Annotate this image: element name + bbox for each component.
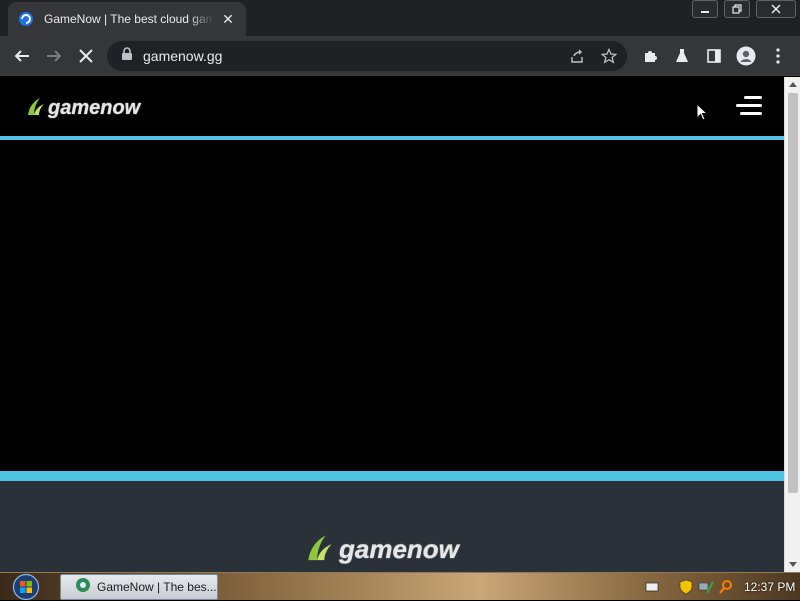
browser-titlebar: GameNow | The best cloud gaming ✕ <box>0 0 800 36</box>
gamenow-favicon-icon <box>18 11 34 27</box>
gamenow-leaf-icon <box>26 95 46 122</box>
site-footer: gamenow <box>0 481 784 572</box>
stop-loading-icon[interactable] <box>74 44 98 68</box>
window-controls <box>686 0 796 18</box>
address-bar[interactable]: gamenow.gg <box>107 41 627 71</box>
start-button[interactable] <box>6 573 46 601</box>
side-panel-icon[interactable] <box>702 44 726 68</box>
minimize-icon[interactable] <box>692 0 718 18</box>
page-scrollbar[interactable] <box>784 77 800 572</box>
site-logo[interactable]: gamenow <box>26 95 140 122</box>
extensions-icon[interactable] <box>638 44 662 68</box>
labs-flask-icon[interactable] <box>670 44 694 68</box>
web-page: gamenow gamenow <box>0 77 784 572</box>
browser-toolbar: gamenow.gg <box>0 36 800 76</box>
taskbar-item-gamenow[interactable]: GameNow | The bes... <box>60 574 218 600</box>
browser-tab[interactable]: GameNow | The best cloud gaming ✕ <box>8 2 246 36</box>
taskbar-item-label: GameNow | The bes... <box>97 580 217 594</box>
system-tray: 12:37 PM <box>640 573 800 601</box>
taskbar-clock[interactable]: 12:37 PM <box>744 580 795 594</box>
footer-logo[interactable]: gamenow <box>305 531 459 568</box>
footer-logo-wordmark: gamenow <box>339 534 459 564</box>
share-icon[interactable] <box>569 48 585 64</box>
search-icon[interactable] <box>718 579 734 595</box>
bookmark-star-icon[interactable] <box>601 48 617 64</box>
forward-arrow-icon[interactable] <box>42 44 66 68</box>
windows-taskbar: GameNow | The bes... 12:37 PM <box>0 572 800 601</box>
logo-wordmark: gamenow <box>48 97 141 119</box>
url-text: gamenow.gg <box>143 48 223 64</box>
mouse-cursor-icon <box>696 102 709 121</box>
back-arrow-icon[interactable] <box>10 44 34 68</box>
scrollbar-thumb[interactable] <box>788 93 798 493</box>
gamenow-leaf-icon <box>305 531 335 568</box>
tab-title: GameNow | The best cloud gaming <box>44 12 214 26</box>
security-shield-icon[interactable] <box>678 579 694 595</box>
scroll-down-arrow-icon[interactable] <box>785 558 800 572</box>
network-icon[interactable] <box>698 579 714 595</box>
profile-avatar-icon[interactable] <box>734 44 758 68</box>
hero-area <box>0 140 784 471</box>
kebab-menu-icon[interactable] <box>766 44 790 68</box>
scroll-up-arrow-icon[interactable] <box>785 77 800 91</box>
keyboard-icon[interactable] <box>644 579 660 595</box>
site-header: gamenow <box>0 77 784 136</box>
restore-icon[interactable] <box>724 0 750 18</box>
hamburger-menu-icon[interactable] <box>736 95 762 117</box>
close-icon[interactable] <box>756 0 796 18</box>
chrome-favicon-icon <box>75 577 91 598</box>
lock-icon[interactable] <box>121 46 133 66</box>
accent-stripe-bottom <box>0 471 784 481</box>
tab-close-icon[interactable]: ✕ <box>220 11 236 27</box>
